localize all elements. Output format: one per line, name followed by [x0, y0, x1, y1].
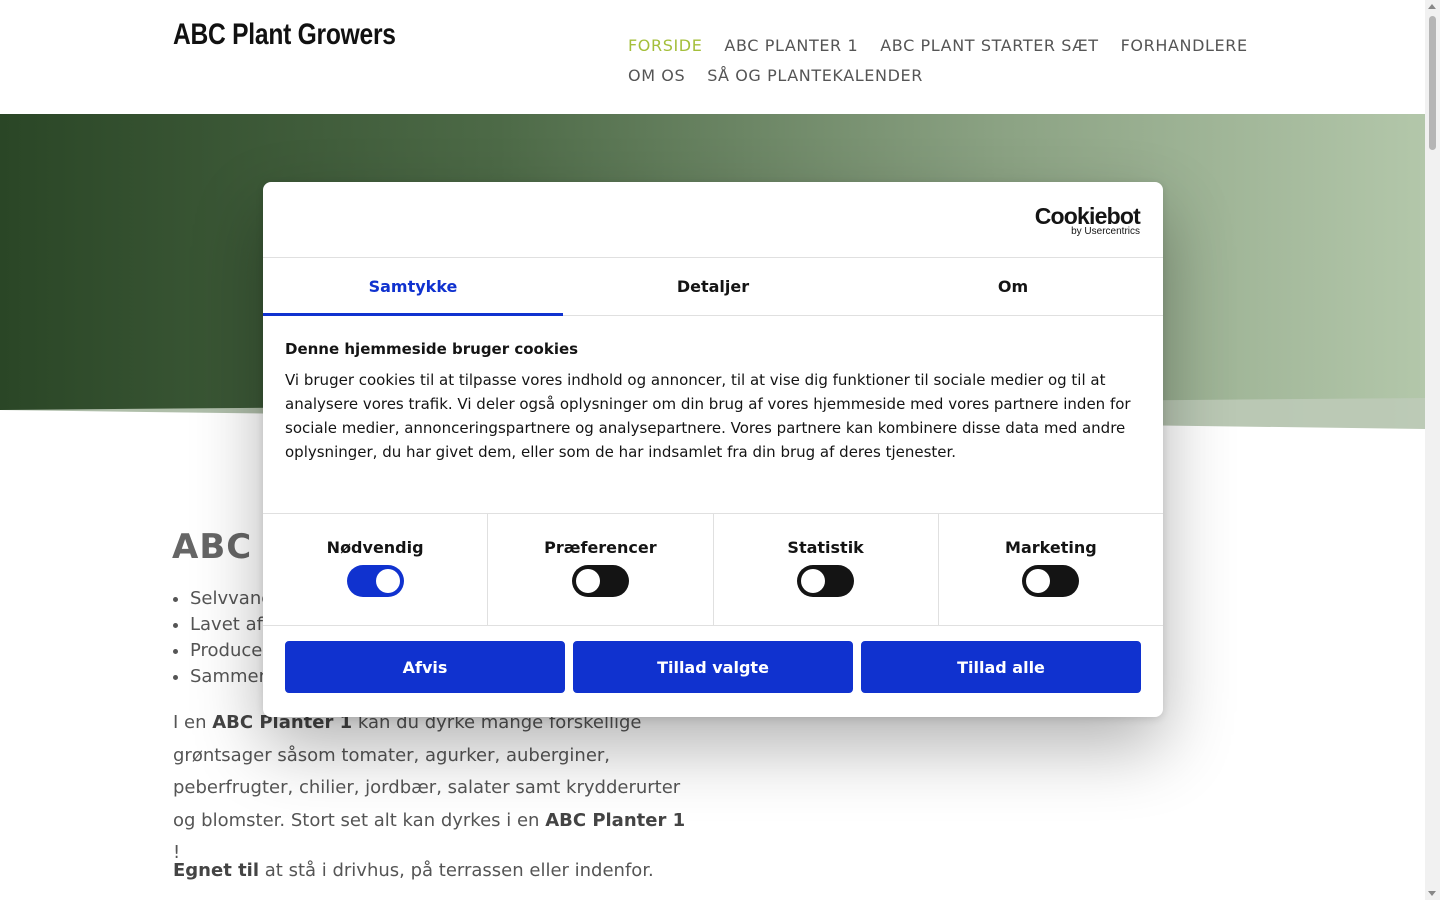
toggle-label-praeferencer: Præferencer — [544, 538, 657, 557]
scroll-thumb[interactable] — [1429, 16, 1436, 150]
site-header: ABC Plant Growers FORSIDE ABC PLANTER 1 … — [0, 0, 1425, 114]
toggle-knob — [575, 569, 600, 593]
dialog-header: Cookiebot by Usercentrics — [263, 182, 1163, 258]
allow-selected-button[interactable]: Tillad valgte — [573, 641, 853, 693]
list-item: Selvvanc — [190, 586, 271, 612]
dialog-buttons: Afvis Tillad valgte Tillad alle — [263, 626, 1163, 693]
text-span: I en — [173, 712, 213, 733]
dialog-title: Denne hjemmeside bruger cookies — [285, 340, 579, 358]
toggle-praeferencer[interactable] — [571, 565, 629, 597]
nav-item-saa-og-plantekalender[interactable]: SÅ OG PLANTEKALENDER — [707, 66, 923, 85]
site-logo[interactable]: ABC Plant Growers — [173, 18, 396, 52]
scroll-down-arrow-icon[interactable] — [1428, 891, 1436, 896]
scroll-up-arrow-icon[interactable] — [1428, 4, 1436, 9]
dialog-tabs: Samtykke Detaljer Om — [263, 258, 1163, 316]
tab-om[interactable]: Om — [863, 258, 1163, 315]
cookie-consent-dialog: Cookiebot by Usercentrics Samtykke Detal… — [263, 182, 1163, 717]
nav-item-abc-planter-1[interactable]: ABC PLANTER 1 — [724, 36, 858, 55]
dialog-body: Denne hjemmeside bruger cookies Vi bruge… — [263, 316, 1163, 514]
toggle-group-praeferencer: Præferencer — [488, 514, 714, 625]
dialog-text: Vi bruger cookies til at tilpasse vores … — [285, 371, 1131, 461]
nav-item-plant-starter-saet[interactable]: ABC PLANT STARTER SÆT — [880, 36, 1098, 55]
toggle-knob — [801, 569, 826, 593]
tab-samtykke[interactable]: Samtykke — [263, 258, 563, 316]
toggle-knob — [375, 569, 400, 593]
list-item: Lavet af — [190, 612, 271, 638]
bold-span: Egnet til — [173, 860, 260, 881]
toggle-label-statistik: Statistik — [787, 538, 864, 557]
bold-span: ABC Planter 1 — [545, 809, 686, 831]
feature-list: Selvvanc Lavet af Producer Sammen — [190, 586, 271, 690]
toggle-marketing[interactable] — [1022, 565, 1080, 597]
toggle-knob — [1026, 569, 1051, 593]
text-span: at stå i drivhus, på terrassen eller ind… — [259, 860, 654, 881]
toggle-group-noedvendig: Nødvendig — [263, 514, 489, 625]
nav-item-om-os[interactable]: OM OS — [628, 66, 685, 85]
nav-item-forside[interactable]: FORSIDE — [628, 36, 702, 55]
cookiebot-brand: Cookiebot — [1034, 203, 1141, 229]
main-nav: FORSIDE ABC PLANTER 1 ABC PLANT STARTER … — [628, 30, 1268, 90]
toggle-label-noedvendig: Nødvendig — [326, 538, 424, 557]
toggle-statistik[interactable] — [797, 565, 855, 597]
list-item: Producer — [190, 638, 271, 664]
nav-row-2: OM OS SÅ OG PLANTEKALENDER — [628, 60, 1268, 90]
tab-detaljer[interactable]: Detaljer — [563, 258, 863, 315]
nav-item-forhandlere[interactable]: FORHANDLERE — [1121, 36, 1248, 55]
toggle-group-marketing: Marketing — [939, 514, 1163, 625]
consent-toggles: Nødvendig Præferencer Statistik Marketin… — [263, 514, 1163, 626]
reject-button[interactable]: Afvis — [285, 641, 565, 693]
description-paragraph: I en ABC Planter 1 kan du dyrke mange fo… — [173, 707, 693, 870]
toggle-noedvendig[interactable] — [346, 565, 404, 597]
cookiebot-logo: Cookiebot by Usercentrics — [1034, 203, 1141, 237]
list-item: Sammen — [190, 664, 271, 690]
toggle-group-statistik: Statistik — [714, 514, 939, 625]
toggle-label-marketing: Marketing — [1005, 538, 1097, 557]
nav-row-1: FORSIDE ABC PLANTER 1 ABC PLANT STARTER … — [628, 30, 1268, 60]
allow-all-button[interactable]: Tillad alle — [861, 641, 1141, 693]
page-scrollbar[interactable] — [1425, 0, 1440, 900]
suitability-paragraph: Egnet til at stå i drivhus, på terrassen… — [173, 855, 693, 888]
